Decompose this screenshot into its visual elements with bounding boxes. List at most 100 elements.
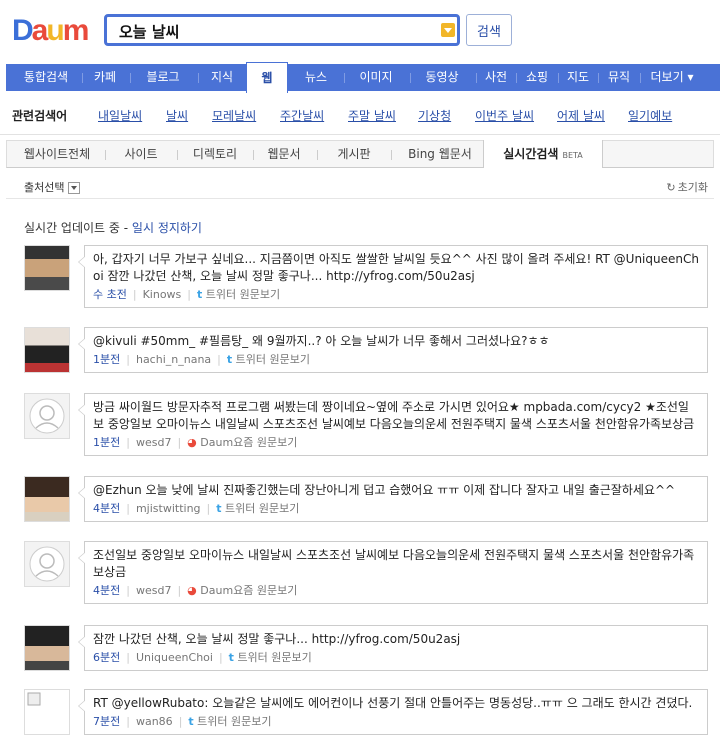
chevron-down-icon — [68, 182, 81, 194]
category-nav: 통합검색 카페 블로그 지식 웹 뉴스 이미지 동영상 사전 쇼핑 지도 뮤직 … — [6, 62, 720, 93]
result-source-link[interactable]: 트위터 원문보기 — [237, 651, 311, 664]
avatar[interactable] — [24, 327, 70, 373]
twitter-icon: t — [226, 353, 233, 366]
result-user[interactable]: hachi_n_nana — [136, 353, 211, 366]
result-text: @kivuli #50mm_ #필름탕_ 왜 9월까지..? 아 오늘 날씨가 … — [93, 334, 550, 348]
result-source-link[interactable]: 트위터 원문보기 — [225, 502, 299, 515]
tab-site[interactable]: 사이트 — [111, 141, 171, 168]
tab-realtime[interactable]: 실시간검색 BETA — [483, 140, 603, 168]
result-text: @Ezhun 오늘 낮에 날씨 진짜좋긴했는데 장난아니게 덥고 습했어요 ㅠㅠ… — [93, 483, 676, 497]
nav-image[interactable]: 이미지 — [348, 64, 404, 91]
result-time[interactable]: 1분전 — [93, 353, 120, 366]
result-meta: 6분전 | UniqueenChoi | t 트위터 원문보기 — [93, 651, 312, 664]
avatar[interactable] — [24, 541, 70, 587]
nav-web[interactable]: 웹 — [246, 62, 288, 93]
sub-tabs: 웹사이트전체 사이트 디렉토리 웹문서 게시판 Bing 웹문서 실시간검색 BE… — [6, 140, 714, 168]
related-link[interactable]: 이번주 날씨 — [475, 107, 534, 124]
related-label: 관련검색어 — [12, 109, 68, 123]
related-link[interactable]: 주말 날씨 — [348, 107, 396, 124]
nav-map[interactable]: 지도 — [562, 64, 594, 91]
result-text: 아, 갑자기 너무 가보구 싶네요... 지금쯤이면 아직도 쌀쌀한 날씨일 듯… — [93, 252, 699, 283]
nav-news[interactable]: 뉴스 — [294, 64, 338, 91]
nav-integrated[interactable]: 통합검색 — [14, 64, 78, 91]
avatar[interactable] — [24, 393, 70, 439]
avatar[interactable] — [24, 476, 70, 522]
twitter-icon: t — [228, 651, 234, 664]
result-source-link[interactable]: Daum요즘 원문보기 — [200, 584, 297, 597]
related-link[interactable]: 일기예보 — [628, 107, 672, 124]
result-time[interactable]: 7분전 — [93, 715, 120, 728]
result-user[interactable]: Kinows — [143, 288, 182, 301]
avatar[interactable] — [24, 625, 70, 671]
related-link[interactable]: 기상청 — [418, 107, 451, 124]
tab-directory[interactable]: 디렉토리 — [183, 141, 247, 168]
realtime-status: 실시간 업데이트 중 - 일시 정지하기 — [24, 221, 202, 235]
nav-dictionary[interactable]: 사전 — [480, 64, 512, 91]
nav-music[interactable]: 뮤직 — [602, 64, 636, 91]
twitter-icon: t — [188, 715, 194, 728]
avatar[interactable] — [24, 689, 70, 735]
search-box — [104, 14, 460, 46]
daum-logo[interactable]: Daum — [12, 14, 89, 48]
result-bubble: 조선일보 중앙일보 오마이뉴스 내일날씨 스포츠조선 날씨예보 다음오늘의운세 … — [78, 541, 708, 604]
nav-cafe[interactable]: 카페 — [86, 64, 124, 91]
related-searches: 관련검색어 내일날씨 날씨 모레날씨 주간날씨 주말 날씨 기상청 이번주 날씨… — [0, 94, 720, 135]
result-user[interactable]: wesd7 — [136, 436, 171, 449]
result-bubble: 방금 싸이월드 방문자추적 프로그램 써봤는데 짱이네요~옆에 주소로 가시면 … — [78, 393, 708, 456]
related-link[interactable]: 날씨 — [166, 107, 188, 124]
result-meta: 4분전 | mjistwitting | t 트위터 원문보기 — [93, 502, 300, 515]
tab-board[interactable]: 게시판 — [323, 141, 385, 168]
pause-link[interactable]: 일시 정지하기 — [132, 221, 202, 235]
daum-icon: ◕ — [187, 436, 197, 449]
source-filter[interactable]: 출처선택 — [24, 179, 81, 195]
nav-shopping[interactable]: 쇼핑 — [520, 64, 554, 91]
result-user[interactable]: wan86 — [136, 715, 173, 728]
result-meta: 1분전 | wesd7 | ◕ Daum요즘 원문보기 — [93, 436, 298, 449]
result-time[interactable]: 6분전 — [93, 651, 120, 664]
search-button[interactable]: 검색 — [466, 14, 512, 46]
tab-web-docs[interactable]: 웹문서 — [259, 141, 309, 168]
related-link[interactable]: 내일날씨 — [98, 107, 142, 124]
result-source-link[interactable]: Daum요즘 원문보기 — [200, 436, 297, 449]
reset-button[interactable]: ↻ 초기화 — [666, 179, 708, 195]
nav-blog[interactable]: 블로그 — [134, 64, 192, 91]
tab-website-all[interactable]: 웹사이트전체 — [17, 141, 97, 168]
daum-icon: ◕ — [187, 584, 197, 597]
related-link[interactable]: 주간날씨 — [280, 107, 324, 124]
related-link[interactable]: 어제 날씨 — [557, 107, 605, 124]
result-text: 잠깐 나갔던 산책, 오늘 날씨 정말 좋구나... http://yfrog.… — [93, 632, 461, 646]
related-link[interactable]: 모레날씨 — [212, 107, 256, 124]
twitter-icon: t — [216, 502, 222, 515]
result-text: RT @yellowRubato: 오늘같은 날씨에도 에어컨이나 선풍기 절대… — [93, 696, 693, 710]
result-user[interactable]: wesd7 — [136, 584, 171, 597]
search-dropdown-icon[interactable] — [441, 23, 455, 37]
result-source-link[interactable]: 트위터 원문보기 — [197, 715, 271, 728]
refresh-icon: ↻ — [666, 181, 676, 194]
result-source-link[interactable]: 트위터 원문보기 — [236, 353, 310, 366]
result-time[interactable]: 4분전 — [93, 502, 120, 515]
search-input[interactable] — [117, 20, 441, 42]
twitter-icon: t — [197, 288, 203, 301]
avatar[interactable] — [24, 245, 70, 291]
result-source-link[interactable]: 트위터 원문보기 — [206, 288, 280, 301]
nav-more[interactable]: 더보기 ▾ — [644, 64, 700, 91]
result-time[interactable]: 수 초전 — [93, 288, 127, 301]
result-user[interactable]: UniqueenChoi — [136, 651, 213, 664]
tab-bing[interactable]: Bing 웹문서 — [397, 141, 483, 168]
result-text: 방금 싸이월드 방문자추적 프로그램 써봤는데 짱이네요~옆에 주소로 가시면 … — [93, 400, 695, 431]
result-meta: 수 초전 | Kinows | t 트위터 원문보기 — [93, 288, 281, 301]
result-meta: 7분전 | wan86 | t 트위터 원문보기 — [93, 715, 272, 728]
result-bubble: 잠깐 나갔던 산책, 오늘 날씨 정말 좋구나... http://yfrog.… — [78, 625, 708, 671]
result-user[interactable]: mjistwitting — [136, 502, 201, 515]
result-text: 조선일보 중앙일보 오마이뉴스 내일날씨 스포츠조선 날씨예보 다음오늘의운세 … — [93, 548, 695, 579]
result-meta: 1분전 | hachi_n_nana | t 트위터 원문보기 — [93, 353, 310, 366]
nav-video[interactable]: 동영상 — [414, 64, 470, 91]
result-bubble: @Ezhun 오늘 낮에 날씨 진짜좋긴했는데 장난아니게 덥고 습했어요 ㅠㅠ… — [78, 476, 708, 522]
result-time[interactable]: 4분전 — [93, 584, 120, 597]
result-meta: 4분전 | wesd7 | ◕ Daum요즘 원문보기 — [93, 584, 298, 597]
result-time[interactable]: 1분전 — [93, 436, 120, 449]
nav-knowledge[interactable]: 지식 — [202, 64, 242, 91]
result-bubble: 아, 갑자기 너무 가보구 싶네요... 지금쯤이면 아직도 쌀쌀한 날씨일 듯… — [78, 245, 708, 308]
result-bubble: @kivuli #50mm_ #필름탕_ 왜 9월까지..? 아 오늘 날씨가 … — [78, 327, 708, 373]
header: Daum 검색 — [0, 0, 720, 62]
